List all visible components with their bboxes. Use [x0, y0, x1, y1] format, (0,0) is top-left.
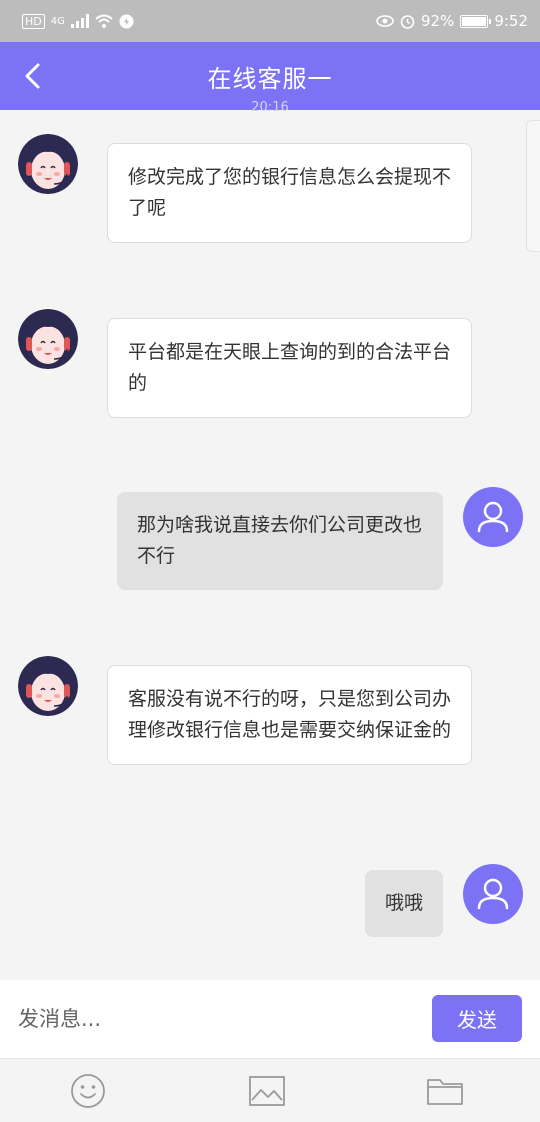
user-message-bubble: 那为啥我说直接去你们公司更改也不行	[117, 492, 443, 590]
user-icon	[477, 501, 509, 533]
page-title: 在线客服一	[207, 64, 333, 93]
status-right: 92% 9:52	[376, 12, 528, 30]
signal-icon	[70, 14, 89, 28]
hd-indicator: HD	[22, 13, 45, 29]
network-type: 4G	[50, 15, 65, 27]
send-button[interactable]: 发送	[432, 995, 522, 1042]
wifi-icon	[95, 14, 113, 28]
chat-list[interactable]: 修改完成了您的银行信息怎么会提现不了呢 平台都是在天眼上查询的到的合法平台的 那…	[0, 110, 540, 980]
user-message-bubble: 哦哦	[365, 870, 444, 937]
eye-icon	[376, 15, 394, 27]
user-avatar	[463, 487, 523, 547]
message-input[interactable]	[0, 980, 420, 1058]
agent-avatar-icon	[18, 134, 78, 194]
status-left: HD 4G	[22, 13, 134, 29]
battery-icon	[460, 14, 492, 28]
battery-fill	[462, 16, 487, 26]
file-button[interactable]	[425, 1071, 465, 1111]
emoji-button[interactable]	[68, 1071, 108, 1111]
image-icon	[249, 1076, 285, 1106]
battery-percent: 92%	[420, 12, 455, 30]
image-button[interactable]	[247, 1071, 287, 1111]
alarm-icon	[400, 14, 415, 29]
attachment-toolbar	[0, 1058, 540, 1122]
agent-message-bubble: 客服没有说不行的呀，只是您到公司办理修改银行信息也是需要交纳保证金的	[107, 665, 472, 765]
scroll-indicator	[526, 120, 540, 252]
agent-message-bubble: 修改完成了您的银行信息怎么会提现不了呢	[107, 143, 472, 243]
agent-avatar-icon	[18, 309, 78, 369]
data-saver-icon	[119, 14, 134, 29]
emoji-icon	[71, 1074, 105, 1108]
user-avatar	[463, 864, 523, 924]
back-button[interactable]	[12, 56, 52, 96]
agent-avatar	[18, 309, 78, 369]
clock: 9:52	[494, 12, 528, 30]
agent-avatar-icon	[18, 656, 78, 716]
user-icon	[477, 878, 509, 910]
agent-avatar	[18, 656, 78, 716]
chevron-left-icon	[25, 63, 40, 89]
message-composer: 发送	[0, 980, 540, 1058]
folder-icon	[427, 1079, 463, 1105]
agent-message-bubble: 平台都是在天眼上查询的到的合法平台的	[107, 318, 472, 418]
agent-avatar	[18, 134, 78, 194]
status-bar: HD 4G 92% 9:52	[0, 0, 540, 42]
